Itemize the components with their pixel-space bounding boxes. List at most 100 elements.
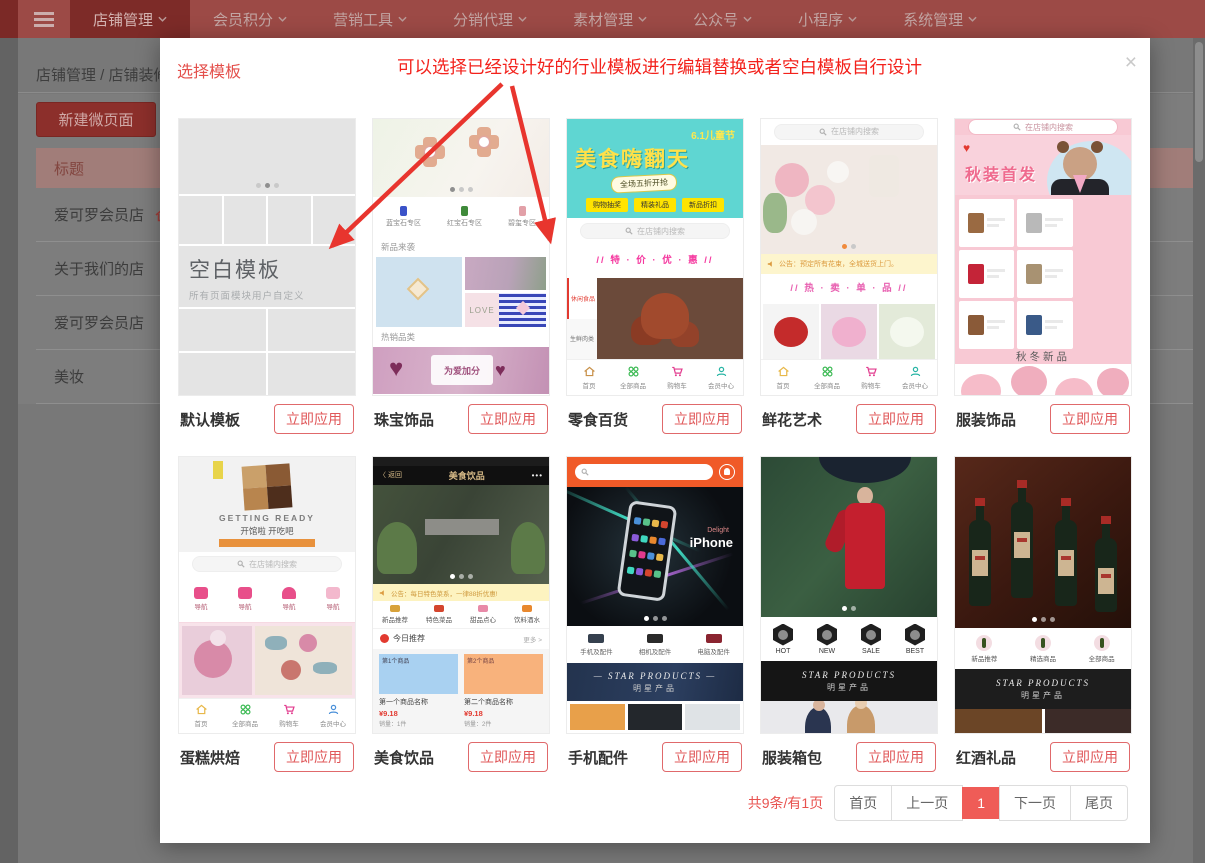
template-name: 珠宝饰品 <box>374 409 434 430</box>
chevron-down-icon <box>278 16 287 22</box>
template-card-fashion: 在店铺内搜索 ♥ 秋装首发 秋冬新品 <box>954 118 1132 436</box>
cart-icon <box>283 703 296 716</box>
search-icon <box>819 128 827 136</box>
nav-item-marketing-tools[interactable]: 营销工具 <box>310 0 430 38</box>
grid-icon <box>627 365 640 378</box>
mini-bottom-nav: 首页 全部商品 购物车 会员中心 <box>179 698 355 733</box>
laptop-icon <box>706 634 722 643</box>
close-icon[interactable]: × <box>1125 52 1137 73</box>
recommend-icon <box>380 634 389 643</box>
cage-icon <box>282 587 296 599</box>
nav-item-system-management[interactable]: 系统管理 <box>880 0 1000 38</box>
chevron-down-icon <box>638 16 647 22</box>
template-picker-modal: 选择模板 可以选择已经设计好的行业模板进行编辑替换或者空白模板自行设计 × 空白… <box>160 38 1150 843</box>
phone-icon <box>588 634 604 643</box>
badge-hexagon <box>905 624 925 646</box>
apply-button[interactable]: 立即应用 <box>662 404 742 434</box>
pagination-next[interactable]: 下一页 <box>999 785 1071 821</box>
nav-menu: 店铺管理 会员积分 营销工具 分销代理 素材管理 公众号 小程序 系统管理 <box>70 0 1000 38</box>
toy-icon <box>238 587 252 599</box>
apply-button[interactable]: 立即应用 <box>1050 404 1130 434</box>
pagination-prev[interactable]: 上一页 <box>891 785 963 821</box>
nav-item-distribution-agent[interactable]: 分销代理 <box>430 0 550 38</box>
grid-icon <box>239 703 252 716</box>
apply-button[interactable]: 立即应用 <box>274 404 354 434</box>
box-icon <box>326 587 340 599</box>
speaker-icon <box>379 589 387 597</box>
grid-icon <box>821 365 834 378</box>
template-thumbnail-wine[interactable]: 新品推荐 精选商品 全部商品 STAR PRODUCTS 明星产品 <box>954 456 1132 734</box>
nav-item-official-account[interactable]: 公众号 <box>670 0 775 38</box>
template-thumbnail-apparel-bags[interactable]: HOT NEW SALE BEST STAR PRODUCTS 明星产品 <box>760 456 938 734</box>
search-icon <box>625 227 633 235</box>
breadcrumb: 店铺管理 / 店铺装修 <box>36 64 169 85</box>
heart-icon: ♥ <box>963 141 970 155</box>
wine-icon <box>1035 635 1051 651</box>
template-card-flowers: 在店铺内搜索 公告：预定所有花束，全城送货上门。 // 热 · 卖 · 单 · … <box>760 118 938 436</box>
template-grid: 空白模板 所有页面模块用户自定义 默认模板 立即应用 蓝宝石专区 <box>178 118 1132 774</box>
chevron-down-icon <box>158 16 167 22</box>
blank-template-subtitle: 所有页面模块用户自定义 <box>189 288 355 302</box>
template-name: 红酒礼品 <box>956 747 1016 768</box>
speaker-icon <box>767 260 775 268</box>
nav-item-material-management[interactable]: 素材管理 <box>550 0 670 38</box>
template-thumbnail-bakery[interactable]: GETTING READY 开馆啦 开吃吧 在店铺内搜索 导航 导航 导航 导航 <box>178 456 356 734</box>
home-icon <box>583 365 596 378</box>
chevron-down-icon <box>398 16 407 22</box>
search-icon <box>237 560 245 568</box>
template-thumbnail-snacks[interactable]: 6.1儿童节 美食嗨翻天 全场五折开抢 购物抽奖 精装礼品 新品折扣 在店铺内搜… <box>566 118 744 396</box>
bell-icon <box>719 464 735 480</box>
template-thumbnail-jewelry[interactable]: 蓝宝石专区 红宝石专区 碧玺专区 新品来袭 LOVE 热销品类 <box>372 118 550 396</box>
template-thumbnail-default[interactable]: 空白模板 所有页面模块用户自定义 <box>178 118 356 396</box>
chevron-down-icon <box>848 16 857 22</box>
template-name: 服装饰品 <box>956 409 1016 430</box>
collapsed-sidebar <box>0 38 18 863</box>
pagination-first[interactable]: 首页 <box>834 785 892 821</box>
camera-icon <box>647 634 663 643</box>
mini-search-bar: 在店铺内搜索 <box>955 119 1131 135</box>
cart-icon <box>671 365 684 378</box>
badge-hexagon <box>773 624 793 646</box>
home-icon <box>777 365 790 378</box>
template-name: 蛋糕烘焙 <box>180 747 240 768</box>
mini-search-bar: 在店铺内搜索 <box>567 218 743 244</box>
template-thumbnail-phone[interactable]: Delight iPhone 手机及配件 相机及配件 电脑及配件 — STAR … <box>566 456 744 734</box>
apply-button[interactable]: 立即应用 <box>468 742 548 772</box>
user-icon <box>715 365 728 378</box>
apply-button[interactable]: 立即应用 <box>856 742 936 772</box>
pagination-page-1[interactable]: 1 <box>962 787 1000 819</box>
user-icon <box>327 703 340 716</box>
pagination-summary: 共9条/有1页 <box>748 793 823 813</box>
template-card-bakery: GETTING READY 开馆啦 开吃吧 在店铺内搜索 导航 导航 导航 导航 <box>178 456 356 774</box>
page-scrollbar[interactable] <box>1193 38 1205 863</box>
template-card-wine: 新品推荐 精选商品 全部商品 STAR PRODUCTS 明星产品 红酒礼品 立… <box>954 456 1132 774</box>
apply-button[interactable]: 立即应用 <box>468 404 548 434</box>
apply-button[interactable]: 立即应用 <box>274 742 354 772</box>
template-name: 手机配件 <box>568 747 628 768</box>
home-icon <box>195 703 208 716</box>
apply-button[interactable]: 立即应用 <box>1050 742 1130 772</box>
new-micropage-button[interactable]: 新建微页面 <box>36 102 156 137</box>
chevron-down-icon <box>743 16 752 22</box>
nav-item-mini-program[interactable]: 小程序 <box>775 0 880 38</box>
template-thumbnail-food-drink[interactable]: 〈 返回 美食饮品 ••• 公告：每日特色菜系，一律88折优惠! 新品推荐 特色… <box>372 456 550 734</box>
nav-item-member-points[interactable]: 会员积分 <box>190 0 310 38</box>
template-card-apparel-bags: HOT NEW SALE BEST STAR PRODUCTS 明星产品 服装 <box>760 456 938 774</box>
apply-button[interactable]: 立即应用 <box>662 742 742 772</box>
template-card-snacks: 6.1儿童节 美食嗨翻天 全场五折开抢 购物抽奖 精装礼品 新品折扣 在店铺内搜… <box>566 118 744 436</box>
template-thumbnail-flowers[interactable]: 在店铺内搜索 公告：预定所有花束，全城送货上门。 // 热 · 卖 · 单 · … <box>760 118 938 396</box>
apply-button[interactable]: 立即应用 <box>856 404 936 434</box>
wine-icon <box>976 635 992 651</box>
wine-icon <box>1094 635 1110 651</box>
more-icon: ••• <box>532 471 543 480</box>
pagination-last[interactable]: 尾页 <box>1070 785 1128 821</box>
chevron-down-icon <box>968 16 977 22</box>
badge-hexagon <box>861 624 881 646</box>
nav-item-shop-management[interactable]: 店铺管理 <box>70 0 190 38</box>
template-name: 鲜花艺术 <box>762 409 822 430</box>
template-name: 服装箱包 <box>762 747 822 768</box>
template-thumbnail-fashion[interactable]: 在店铺内搜索 ♥ 秋装首发 秋冬新品 <box>954 118 1132 396</box>
mini-bottom-nav: 首页 全部商品 购物车 会员中心 <box>567 359 743 395</box>
badge-hexagon <box>817 624 837 646</box>
menu-icon[interactable] <box>18 0 70 38</box>
